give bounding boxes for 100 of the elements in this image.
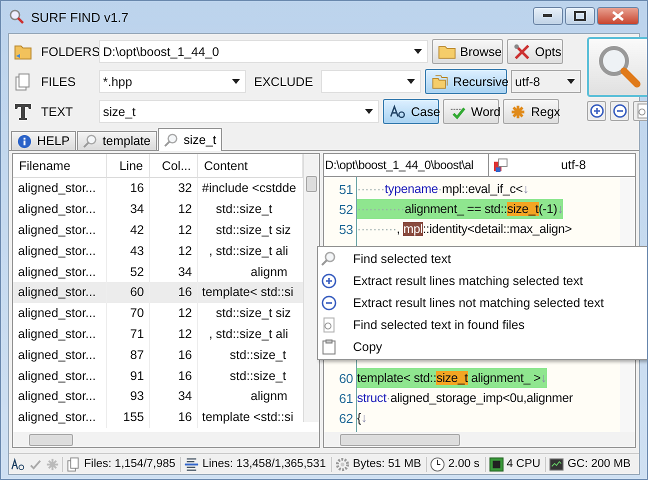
encoding-icon xyxy=(493,158,508,172)
table-cell-text: , std::size_t ali xyxy=(208,242,290,260)
text-icon xyxy=(13,102,33,122)
result-row[interactable]: aligned_stor... 43 12 , std::size_t ali xyxy=(13,240,303,262)
file-path: D:\opt\boost_1_44_0\boost\al xyxy=(324,154,489,176)
table-cell: 34 xyxy=(150,386,198,407)
table-cell-text: template <std::si xyxy=(201,409,294,426)
menu-item[interactable]: Extract result lines matching selected text xyxy=(318,270,647,292)
result-row[interactable]: aligned_stor... 42 12 std::size_t siz xyxy=(13,220,303,240)
table-cell: 16 xyxy=(150,406,198,428)
window-title: SURF FIND v1.7 xyxy=(31,10,129,24)
recursive-toggle[interactable]: Recursive xyxy=(425,69,508,94)
menu-item[interactable]: Copy xyxy=(318,336,647,358)
files-icon xyxy=(66,456,81,472)
search-icon xyxy=(321,251,337,267)
folders-combo[interactable]: D:\opt\boost_1_44_0 xyxy=(99,40,428,63)
tab[interactable]: template xyxy=(76,131,157,150)
search-icon xyxy=(82,134,98,148)
table-cell: aligned_stor... xyxy=(13,282,107,303)
status-text: 4 CPU xyxy=(506,458,540,470)
files-combo[interactable]: *.hpp xyxy=(99,70,246,93)
line-number: 62 xyxy=(338,410,354,426)
code-line: struct·aligned_storage_imp<0u,alignmer xyxy=(357,390,573,408)
table-cell: aligned_stor... xyxy=(13,344,107,366)
column-header[interactable]: Line xyxy=(107,154,150,177)
close-button[interactable] xyxy=(597,7,639,25)
result-row[interactable]: aligned_stor... 60 16 template< std::si xyxy=(13,282,303,303)
menu-item[interactable]: Find selected text xyxy=(318,248,647,270)
plus-icon xyxy=(590,104,604,118)
table-cell: 42 xyxy=(107,220,150,240)
search-icon xyxy=(164,132,179,148)
encoding-combo[interactable]: utf-8 xyxy=(511,70,582,93)
result-row[interactable]: aligned_stor... 155 16 template <std::si xyxy=(13,406,303,428)
info-icon xyxy=(17,134,32,148)
result-row[interactable]: aligned_stor... 93 34 alignm xyxy=(13,386,303,407)
table-cell-text: std::size_t xyxy=(228,346,288,364)
encoding-label: utf-8 xyxy=(560,158,587,172)
code-line: ··········, mpl::identity<detail::max_align> xyxy=(357,221,572,238)
plus-icon xyxy=(321,273,337,289)
maximize-button[interactable] xyxy=(565,7,595,25)
magnifier-icon xyxy=(9,9,25,25)
status-text: Bytes: 51 MB xyxy=(352,458,422,470)
table-cell: aligned_stor... xyxy=(13,220,107,240)
status-text: Files: 1,154/7,985 xyxy=(84,458,176,470)
column-header[interactable]: Col... xyxy=(150,154,198,177)
horizontal-scrollbar[interactable] xyxy=(13,432,319,448)
exclude-label: EXCLUDE xyxy=(254,74,314,88)
table-cell: aligned_stor... xyxy=(13,198,107,220)
table-cell: 91 xyxy=(107,365,150,386)
clock-icon xyxy=(430,456,446,472)
horizontal-scrollbar[interactable] xyxy=(324,432,635,448)
table-cell-text: alignm xyxy=(250,264,288,281)
table-cell: 16 xyxy=(150,344,198,366)
add-button[interactable] xyxy=(587,101,606,121)
dropdown-icon xyxy=(365,109,373,114)
code-line: ·······typename·mpl::eval_if_c<↓ xyxy=(357,181,529,198)
table-cell: 16 xyxy=(150,282,198,303)
table-cell: aligned_stor... xyxy=(13,178,107,199)
menu-item[interactable]: Find selected text in found files xyxy=(318,314,647,336)
column-header[interactable]: Filename xyxy=(13,154,107,177)
menu-item[interactable]: Extract result lines not matching selected text xyxy=(318,292,647,314)
result-row[interactable]: aligned_stor... 71 12 , std::size_t ali xyxy=(13,324,303,344)
result-row[interactable]: aligned_stor... 34 12 std::size_t xyxy=(13,198,303,220)
chip-icon xyxy=(488,456,504,472)
result-row[interactable]: aligned_stor... 87 16 std::size_t xyxy=(13,344,303,366)
search-button[interactable] xyxy=(587,37,647,97)
minus-icon xyxy=(321,295,337,311)
line-number: 52 xyxy=(338,202,354,216)
close-icon xyxy=(612,11,624,21)
result-row[interactable]: aligned_stor... 16 32 #include <cstdde xyxy=(13,178,303,199)
text-combo[interactable]: size_t xyxy=(99,100,379,123)
table-cell: 34 xyxy=(107,198,150,220)
table-cell: 12 xyxy=(150,198,198,220)
case-toggle[interactable]: Case xyxy=(383,99,439,124)
table-cell: aligned_stor... xyxy=(13,365,107,386)
table-cell-text: std::size_t siz xyxy=(214,222,292,239)
table-cell-text: std::size_t xyxy=(214,201,274,218)
remove-button[interactable] xyxy=(610,101,630,121)
table-cell: aligned_stor... xyxy=(13,240,107,262)
find-in-files-button[interactable] xyxy=(633,101,647,121)
table-cell: aligned_stor... xyxy=(13,406,107,428)
minimize-button[interactable] xyxy=(533,7,563,25)
regx-toggle[interactable]: Regx xyxy=(503,99,559,124)
status-text: Lines: 13,458/1,365,531 xyxy=(202,458,326,470)
table-cell-text: , std::size_t ali xyxy=(208,326,290,343)
code-line: {↓ xyxy=(357,410,368,428)
vertical-scrollbar[interactable] xyxy=(303,154,319,422)
dropdown-icon xyxy=(232,79,240,84)
tab[interactable]: HELP xyxy=(11,131,76,150)
result-row[interactable]: aligned_stor... 91 16 std::size_t xyxy=(13,365,303,386)
result-row[interactable]: aligned_stor... 70 12 std::size_t siz xyxy=(13,302,303,324)
word-toggle[interactable]: Word xyxy=(443,99,499,124)
options-button[interactable]: Opts xyxy=(507,39,563,64)
table-cell-text: alignm xyxy=(250,388,288,406)
files-label: FILES xyxy=(41,74,77,88)
line-number: 61 xyxy=(338,390,354,406)
table-cell: 12 xyxy=(150,302,198,324)
tab[interactable]: size_t xyxy=(158,128,222,151)
line-number: 60 xyxy=(338,370,354,386)
browse-button[interactable]: Browse xyxy=(432,39,503,64)
